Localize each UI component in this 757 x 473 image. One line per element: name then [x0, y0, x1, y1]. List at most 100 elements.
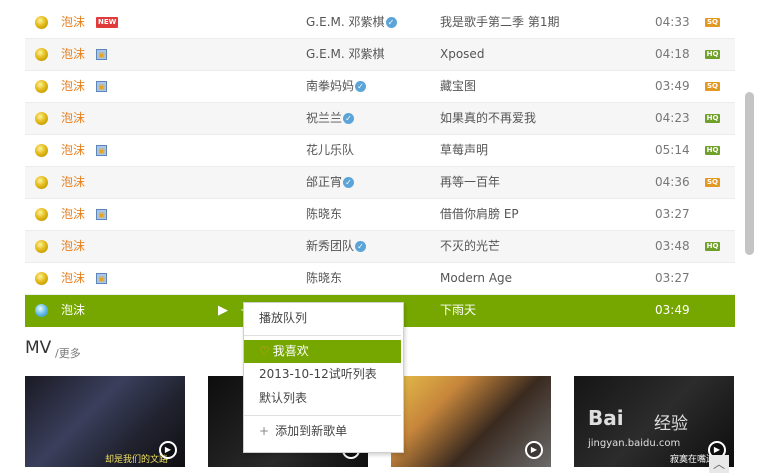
song-status-icon[interactable] — [35, 176, 48, 189]
artist-verified-icon: ✓ — [355, 81, 367, 92]
song-album[interactable]: 下雨天 — [440, 295, 476, 326]
menu-item-add-new-label: 添加到新歌单 — [275, 424, 348, 438]
song-status-icon[interactable] — [35, 80, 48, 93]
song-status-icon[interactable] — [35, 208, 48, 221]
quality-badge: SQ — [705, 18, 720, 27]
quality-badge: SQ — [705, 178, 720, 187]
mv-caption: 却是我们的文路 — [105, 455, 169, 465]
song-album[interactable]: 借借你肩膀 EP — [440, 199, 519, 230]
song-album[interactable]: 再等一百年 — [440, 167, 500, 198]
menu-item-trial-list[interactable]: 2013-10-12试听列表 — [244, 363, 401, 386]
play-icon[interactable]: ▶ — [218, 295, 228, 326]
mv-icon[interactable]: ▣ — [96, 273, 107, 284]
quality-badge: HQ — [705, 50, 720, 59]
menu-divider — [244, 415, 401, 416]
menu-item-play-queue[interactable]: 播放队列 — [244, 307, 401, 330]
watermark-logo: Bai — [588, 406, 624, 430]
song-row[interactable]: 泡沫 新秀团队 ✓ 不灭的光芒 03:48 HQ — [25, 231, 735, 263]
song-duration: 04:33 — [655, 15, 690, 29]
heart-icon: ♡ — [259, 344, 270, 358]
quality-badge: HQ — [705, 114, 720, 123]
song-row[interactable]: 泡沫 祝兰兰 ✓ 如果真的不再爱我 04:23 HQ — [25, 103, 735, 135]
song-name[interactable]: 泡沫 — [61, 103, 85, 134]
song-name[interactable]: 泡沫 — [61, 7, 85, 38]
mv-icon[interactable]: ▣ — [96, 209, 107, 220]
song-artist[interactable]: G.E.M. 邓紫棋 ✓ — [306, 7, 397, 38]
new-badge: NEW — [96, 17, 119, 28]
song-row[interactable]: 泡沫 ▣ G.E.M. 邓紫棋 Xposed 04:18 HQ — [25, 39, 735, 71]
song-name[interactable]: 泡沫 — [61, 135, 85, 166]
mv-icon[interactable]: ▣ — [96, 145, 107, 156]
song-status-icon[interactable] — [35, 48, 48, 61]
song-name[interactable]: 泡沫 — [61, 231, 85, 262]
song-duration: 05:14 — [655, 143, 690, 157]
play-icon[interactable]: ▶ — [525, 441, 543, 459]
menu-item-default-list[interactable]: 默认列表 — [244, 387, 401, 410]
song-list: 泡沫 NEW G.E.M. 邓紫棋 ✓ 我是歌手第二季 第1期 04:33 SQ 泡沫 ▣ G.E… — [25, 7, 735, 327]
context-menu: 播放队列 ♡ 我喜欢 2013-10-12试听列表 默认列表 + 添加到新歌单 — [243, 302, 404, 453]
song-name[interactable]: 泡沫 — [61, 39, 85, 70]
artist-verified-icon: ✓ — [343, 177, 355, 188]
song-album[interactable]: 藏宝图 — [440, 71, 476, 102]
song-status-icon[interactable] — [35, 112, 48, 125]
mv-section-title: MV — [25, 338, 52, 358]
song-artist[interactable]: 祝兰兰 ✓ — [306, 103, 355, 134]
song-name[interactable]: 泡沫 — [61, 71, 85, 102]
song-duration: 03:27 — [655, 207, 690, 221]
baidu-jingyan-watermark: Bai 经验 jingyan.baidu.com — [582, 380, 722, 460]
song-status-icon[interactable] — [35, 304, 48, 317]
quality-badge: HQ — [705, 146, 720, 155]
mv-icon[interactable]: ▣ — [96, 81, 107, 92]
song-duration: 04:18 — [655, 47, 690, 61]
song-duration: 03:27 — [655, 271, 690, 285]
mv-icon[interactable]: ▣ — [96, 49, 107, 60]
watermark-text: 经验 — [654, 414, 688, 434]
song-row[interactable]: 泡沫 NEW G.E.M. 邓紫棋 ✓ 我是歌手第二季 第1期 04:33 SQ — [25, 7, 735, 39]
song-status-icon[interactable] — [35, 240, 48, 253]
quality-badge: SQ — [705, 82, 720, 91]
song-status-icon[interactable] — [35, 272, 48, 285]
song-album[interactable]: 我是歌手第二季 第1期 — [440, 7, 559, 38]
song-row[interactable]: 泡沫 ▣ 陈晓东 借借你肩膀 EP 03:27 — [25, 199, 735, 231]
menu-item-add-new-playlist[interactable]: + 添加到新歌单 — [244, 420, 401, 443]
song-duration: 03:49 — [655, 79, 690, 93]
mv-thumbnail[interactable]: 却是我们的文路 ▶ — [25, 376, 185, 467]
song-artist[interactable]: 南拳妈妈 ✓ — [306, 71, 367, 102]
song-name[interactable]: 泡沫 — [61, 263, 85, 294]
song-artist[interactable]: 新秀团队 ✓ — [306, 231, 367, 262]
song-row[interactable]: 泡沫 ▣ 陈晓东 Modern Age 03:27 — [25, 263, 735, 295]
song-name[interactable]: 泡沫 — [61, 295, 85, 326]
song-artist[interactable]: G.E.M. 邓紫棋 — [306, 39, 385, 70]
song-artist[interactable]: 邰正宵 ✓ — [306, 167, 355, 198]
song-album[interactable]: 如果真的不再爱我 — [440, 103, 536, 134]
song-row[interactable]: 泡沫 邰正宵 ✓ 再等一百年 04:36 SQ — [25, 167, 735, 199]
song-name[interactable]: 泡沫 — [61, 199, 85, 230]
menu-item-favorites[interactable]: ♡ 我喜欢 — [244, 340, 401, 363]
song-album[interactable]: 不灭的光芒 — [440, 231, 500, 262]
artist-verified-icon: ✓ — [343, 113, 355, 124]
plus-icon: + — [259, 424, 270, 438]
scrollbar-thumb[interactable] — [745, 92, 754, 255]
song-name[interactable]: 泡沫 — [61, 167, 85, 198]
song-duration: 03:48 — [655, 239, 690, 253]
song-album[interactable]: 草莓声明 — [440, 135, 488, 166]
song-album[interactable]: Xposed — [440, 39, 484, 70]
song-row[interactable]: 泡沫 ▣ 南拳妈妈 ✓ 藏宝图 03:49 SQ — [25, 71, 735, 103]
artist-verified-icon: ✓ — [385, 17, 397, 28]
scroll-to-top-button[interactable]: ︿ — [709, 455, 729, 473]
song-row[interactable]: 泡沫 ▣ 花儿乐队 草莓声明 05:14 HQ — [25, 135, 735, 167]
song-status-icon[interactable] — [35, 16, 48, 29]
song-artist[interactable]: 陈晓东 — [306, 263, 342, 294]
mv-thumbnail[interactable]: ▶ — [391, 376, 551, 467]
song-duration: 04:36 — [655, 175, 690, 189]
song-artist[interactable]: 花儿乐队 — [306, 135, 354, 166]
quality-badge: HQ — [705, 242, 720, 251]
mv-more-link[interactable]: /更多 — [55, 345, 81, 361]
play-icon[interactable]: ▶ — [159, 441, 177, 459]
song-status-icon[interactable] — [35, 144, 48, 157]
song-artist[interactable]: 陈晓东 — [306, 199, 342, 230]
song-album[interactable]: Modern Age — [440, 263, 512, 294]
song-duration: 04:23 — [655, 111, 690, 125]
menu-divider — [244, 335, 401, 336]
menu-item-favorites-label: 我喜欢 — [272, 344, 309, 358]
